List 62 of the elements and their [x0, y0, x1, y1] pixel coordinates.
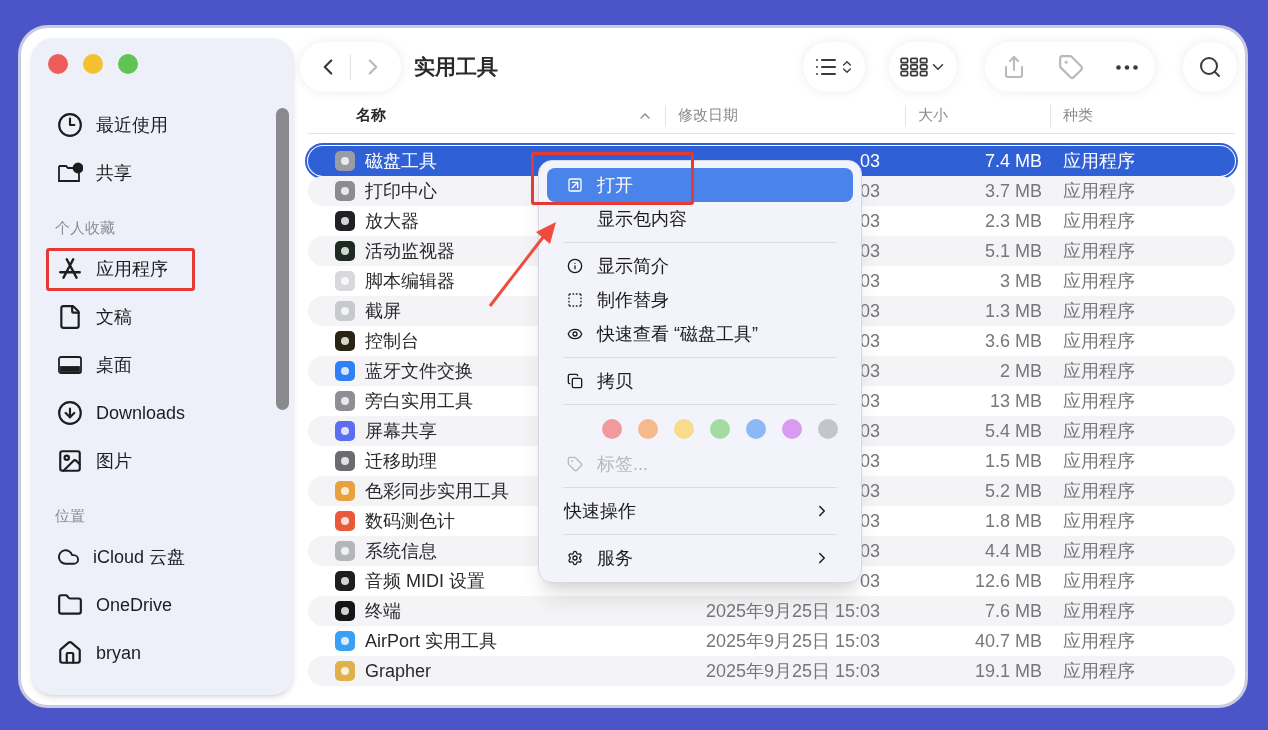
file-kind: 应用程序: [1062, 539, 1136, 563]
file-kind: 应用程序: [1062, 299, 1136, 323]
file-size: 19.1 MB: [974, 659, 1043, 683]
file-size: 2 MB: [1000, 359, 1043, 383]
file-size: 7.6 MB: [984, 599, 1043, 623]
file-name: 系统信息: [365, 539, 437, 563]
file-kind: 应用程序: [1062, 149, 1136, 173]
file-name: 磁盘工具: [365, 149, 437, 173]
modified-date: 2025年9月25日 15:03: [705, 629, 881, 653]
file-name: AirPort 实用工具: [365, 629, 497, 653]
file-name: 数码测色计: [365, 509, 455, 533]
file-size: 1.8 MB: [984, 509, 1043, 533]
file-name: 活动监视器: [365, 239, 455, 263]
file-size: 1.5 MB: [984, 449, 1043, 473]
window-title: 实用工具: [414, 54, 498, 81]
modified-date: 2025年9月25日 15:03: [705, 599, 881, 623]
file-kind: 应用程序: [1062, 389, 1136, 413]
file-name: 打印中心: [365, 179, 437, 203]
file-size: 5.4 MB: [984, 419, 1043, 443]
modified-date: 03: [859, 569, 881, 593]
file-kind: 应用程序: [1062, 569, 1136, 593]
file-size: 3 MB: [1000, 269, 1043, 293]
file-name: 迁移助理: [365, 449, 437, 473]
file-name: 脚本编辑器: [365, 269, 455, 293]
file-size: 5.1 MB: [984, 239, 1043, 263]
file-size: 3.6 MB: [984, 329, 1043, 353]
file-name: 截屏: [365, 299, 401, 323]
modified-date: 03: [859, 149, 881, 173]
file-kind: 应用程序: [1062, 479, 1136, 503]
file-kind: 应用程序: [1062, 509, 1136, 533]
sidebar-section-title: 个人收藏: [55, 217, 115, 238]
file-size: 40.7 MB: [974, 629, 1043, 653]
file-size: 3.7 MB: [984, 179, 1043, 203]
file-size: 5.2 MB: [984, 479, 1043, 503]
file-name: 终端: [365, 599, 401, 623]
file-kind: 应用程序: [1062, 629, 1136, 653]
file-kind: 应用程序: [1062, 209, 1136, 233]
file-name: 蓝牙文件交换: [365, 359, 473, 383]
file-kind: 应用程序: [1062, 659, 1136, 683]
file-name: 旁白实用工具: [365, 389, 473, 413]
file-size: 2.3 MB: [984, 209, 1043, 233]
file-size: 4.4 MB: [984, 539, 1043, 563]
file-kind: 应用程序: [1062, 359, 1136, 383]
file-kind: 应用程序: [1062, 599, 1136, 623]
file-name: 色彩同步实用工具: [365, 479, 509, 503]
file-size: 12.6 MB: [974, 569, 1043, 593]
file-kind: 应用程序: [1062, 419, 1136, 443]
file-name: 放大器: [365, 209, 419, 233]
file-size: 1.3 MB: [984, 299, 1043, 323]
file-kind: 应用程序: [1062, 239, 1136, 263]
file-kind: 应用程序: [1062, 179, 1136, 203]
file-size: 7.4 MB: [984, 149, 1043, 173]
file-kind: 应用程序: [1062, 269, 1136, 293]
modified-date: 2025年9月25日 15:03: [705, 659, 881, 683]
sidebar-section-title: 位置: [55, 505, 85, 526]
file-name: 音频 MIDI 设置: [365, 569, 485, 593]
file-kind: 应用程序: [1062, 329, 1136, 353]
file-name: 屏幕共享: [365, 419, 437, 443]
file-size: 13 MB: [989, 389, 1043, 413]
file-name: Grapher: [365, 659, 432, 683]
file-kind: 应用程序: [1062, 449, 1136, 473]
file-name: 控制台: [365, 329, 419, 353]
